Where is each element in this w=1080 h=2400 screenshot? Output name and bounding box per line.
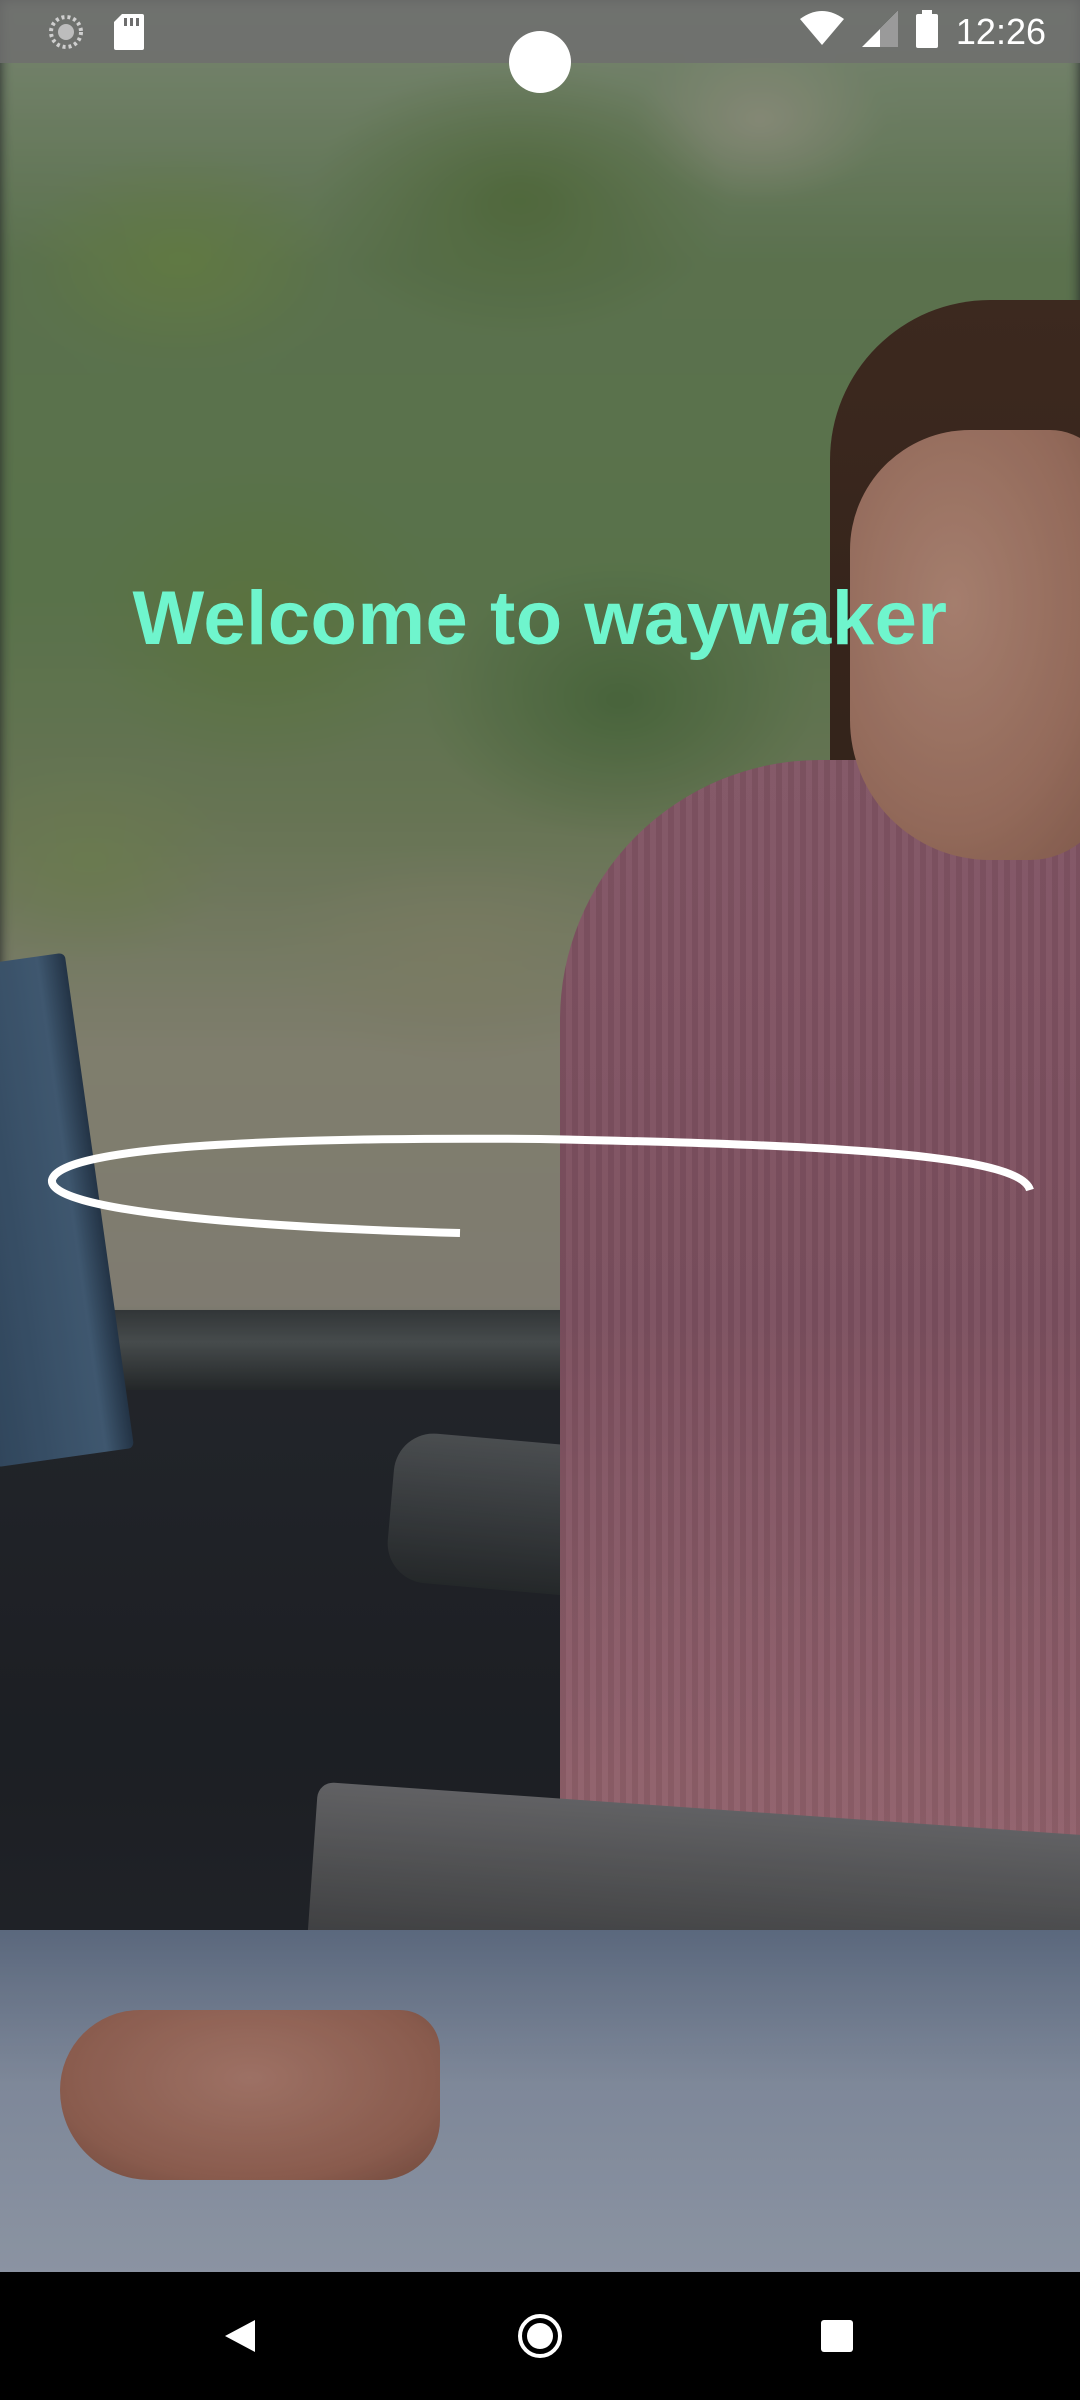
status-left-icons bbox=[48, 14, 144, 55]
welcome-title: Welcome to waywaker bbox=[132, 576, 948, 661]
wifi-icon bbox=[799, 11, 844, 52]
cell-signal-icon bbox=[861, 11, 898, 52]
home-icon bbox=[518, 2314, 562, 2358]
progress-swoosh-icon bbox=[48, 1134, 1034, 1237]
navigation-bar bbox=[0, 2272, 1080, 2400]
battery-icon bbox=[915, 10, 938, 53]
nav-home-button[interactable] bbox=[510, 2306, 570, 2366]
loading-spinner-icon bbox=[48, 14, 84, 55]
nav-recents-button[interactable] bbox=[807, 2306, 867, 2366]
sd-card-icon bbox=[114, 14, 144, 55]
status-time: 12:26 bbox=[955, 10, 1046, 52]
nav-back-button[interactable] bbox=[210, 2306, 270, 2366]
status-bar: 12:26 bbox=[0, 0, 1080, 93]
recents-icon bbox=[821, 2320, 853, 2352]
camera-cutout bbox=[509, 31, 571, 93]
status-right-icons: 12:26 bbox=[799, 0, 1046, 63]
back-icon bbox=[225, 2320, 255, 2352]
